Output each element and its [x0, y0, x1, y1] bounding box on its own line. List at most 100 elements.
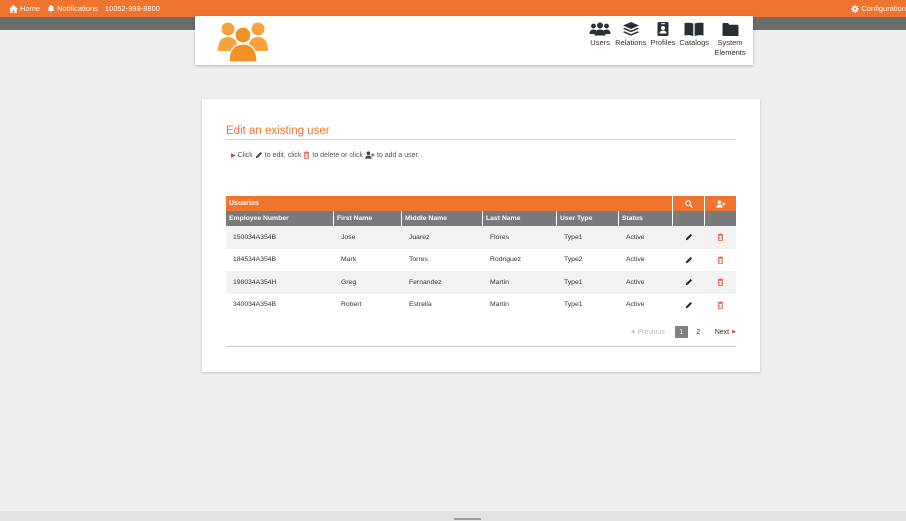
table-header: Employee Number First Name Middle Name L…	[226, 211, 736, 226]
edit-button[interactable]	[673, 226, 705, 249]
next-button[interactable]: Next ▶	[715, 329, 736, 336]
nav-item-relations-label: Relations	[615, 38, 647, 47]
cell-employee-number: 150034A354B	[233, 233, 277, 241]
nav-item-profiles[interactable]: Profiles	[648, 22, 677, 48]
cell-status: Active	[626, 278, 645, 286]
table-row: 184534A354B Mark Torres Rodriguez Type2 …	[226, 249, 736, 272]
column-header-first-name[interactable]: First Name	[334, 211, 402, 226]
nav-item-system-elements[interactable]: System Elements	[711, 22, 749, 57]
configuration-link[interactable]: Configuration	[851, 4, 906, 13]
trash-icon	[717, 233, 724, 242]
pencil-icon	[255, 151, 262, 159]
pencil-icon	[685, 234, 693, 241]
column-header-user-type[interactable]: User Type	[557, 211, 619, 226]
nav-item-users[interactable]: Users	[587, 22, 613, 48]
main-nav: Users Relations Profiles Catalogs System…	[587, 22, 749, 57]
column-header-edit	[673, 211, 705, 226]
cell-employee-number: 340034A354B	[233, 301, 277, 309]
table-caption: Usuarios	[226, 196, 736, 211]
edit-user-card: Edit an existing user ▶ Click to edit, c…	[202, 99, 760, 372]
book-icon	[684, 22, 704, 36]
add-user-icon	[365, 151, 375, 159]
footer-bar	[0, 511, 906, 521]
trash-icon	[717, 278, 724, 287]
cell-status: Active	[626, 233, 645, 241]
cell-last-name: Martin	[490, 301, 509, 309]
nav-item-relations[interactable]: Relations	[613, 22, 648, 48]
table-row: 340034A354B Robert Estrella Martin Type1…	[226, 294, 736, 317]
cell-status: Active	[626, 256, 645, 264]
configuration-label: Configuration	[861, 4, 906, 13]
cell-last-name: Flores	[490, 233, 509, 241]
drag-handle[interactable]	[454, 518, 481, 520]
cell-middle-name: Estrella	[409, 301, 432, 309]
column-header-status[interactable]: Status	[619, 211, 673, 226]
add-user-icon	[715, 199, 725, 208]
top-bar: Home Notifications 10052-998-8800 Config…	[0, 0, 906, 17]
delete-button[interactable]	[705, 226, 736, 249]
page-1-button[interactable]: 1	[674, 326, 688, 338]
trash-icon	[717, 256, 724, 264]
edit-button[interactable]	[673, 294, 705, 317]
previous-label: Previous	[637, 328, 665, 336]
edit-button[interactable]	[673, 249, 705, 272]
app-header: Users Relations Profiles Catalogs System…	[195, 16, 753, 65]
cell-middle-name: Torres	[409, 256, 428, 264]
phone-number: 10052-998-8800	[104, 4, 160, 13]
add-user-button[interactable]	[704, 196, 736, 211]
trash-icon	[717, 301, 724, 309]
cell-middle-name: Fernandez	[409, 278, 442, 286]
previous-button[interactable]: ◀ Previous	[631, 329, 665, 336]
cell-user-type: Type1	[564, 233, 583, 241]
home-link[interactable]: Home	[9, 4, 40, 13]
bell-icon	[47, 4, 55, 12]
nav-item-users-label: Users	[590, 38, 610, 47]
cell-first-name: Jose	[341, 233, 356, 241]
cell-status: Active	[626, 301, 645, 309]
trash-icon	[304, 151, 310, 159]
search-button[interactable]	[672, 196, 704, 211]
cell-user-type: Type2	[564, 256, 583, 264]
column-header-last-name[interactable]: Last Name	[483, 211, 557, 226]
hint-part1: Click	[237, 151, 253, 159]
caret-right-icon: ▶	[231, 152, 236, 159]
home-label: Home	[20, 4, 41, 13]
delete-button[interactable]	[705, 249, 736, 272]
cell-employee-number: 184534A354B	[233, 256, 277, 264]
column-header-employee-number[interactable]: Employee Number	[226, 211, 334, 226]
users-logo[interactable]	[217, 19, 269, 63]
pencil-icon	[685, 256, 693, 263]
page-title: Edit an existing user	[226, 125, 330, 137]
id-badge-icon	[657, 22, 669, 36]
nav-item-system-elements-label: System Elements	[714, 38, 746, 57]
hint-part4: to add a user.	[376, 151, 420, 159]
search-icon	[684, 199, 693, 208]
nav-item-catalogs-label: Catalogs	[679, 38, 709, 47]
home-icon	[9, 4, 18, 13]
table-row: 198034A354H Greg Fernandez Martin Type1 …	[226, 271, 736, 294]
hint-part3: to delete or click	[312, 151, 363, 159]
notifications-label: Notifications	[57, 4, 98, 13]
cell-user-type: Type1	[564, 301, 583, 309]
chevron-right-icon: ▶	[732, 329, 736, 335]
nav-item-catalogs[interactable]: Catalogs	[677, 22, 711, 48]
pagination: ◀ Previous 1 2 Next ▶	[631, 326, 736, 338]
next-label: Next	[714, 328, 730, 336]
users-table: Usuarios Employee Number First Name Midd…	[226, 196, 736, 316]
users-icon	[589, 22, 611, 36]
notifications-link[interactable]: Notifications	[47, 4, 98, 13]
page-2-button[interactable]: 2	[692, 326, 705, 338]
hint-part2: to edit, click	[264, 151, 302, 159]
cell-first-name: Robert	[341, 301, 362, 309]
table-caption-title: Usuarios	[229, 200, 259, 207]
table-row: 150034A354B Jose Juarez Flores Type1 Act…	[226, 226, 736, 249]
cell-last-name: Rodriguez	[490, 256, 521, 264]
folder-icon	[722, 23, 738, 36]
delete-button[interactable]	[705, 271, 736, 294]
cell-first-name: Greg	[341, 278, 357, 286]
gear-icon	[851, 4, 860, 13]
cell-last-name: Martin	[490, 278, 509, 286]
column-header-middle-name[interactable]: Middle Name	[402, 211, 483, 226]
delete-button[interactable]	[705, 294, 736, 317]
edit-button[interactable]	[673, 271, 705, 294]
